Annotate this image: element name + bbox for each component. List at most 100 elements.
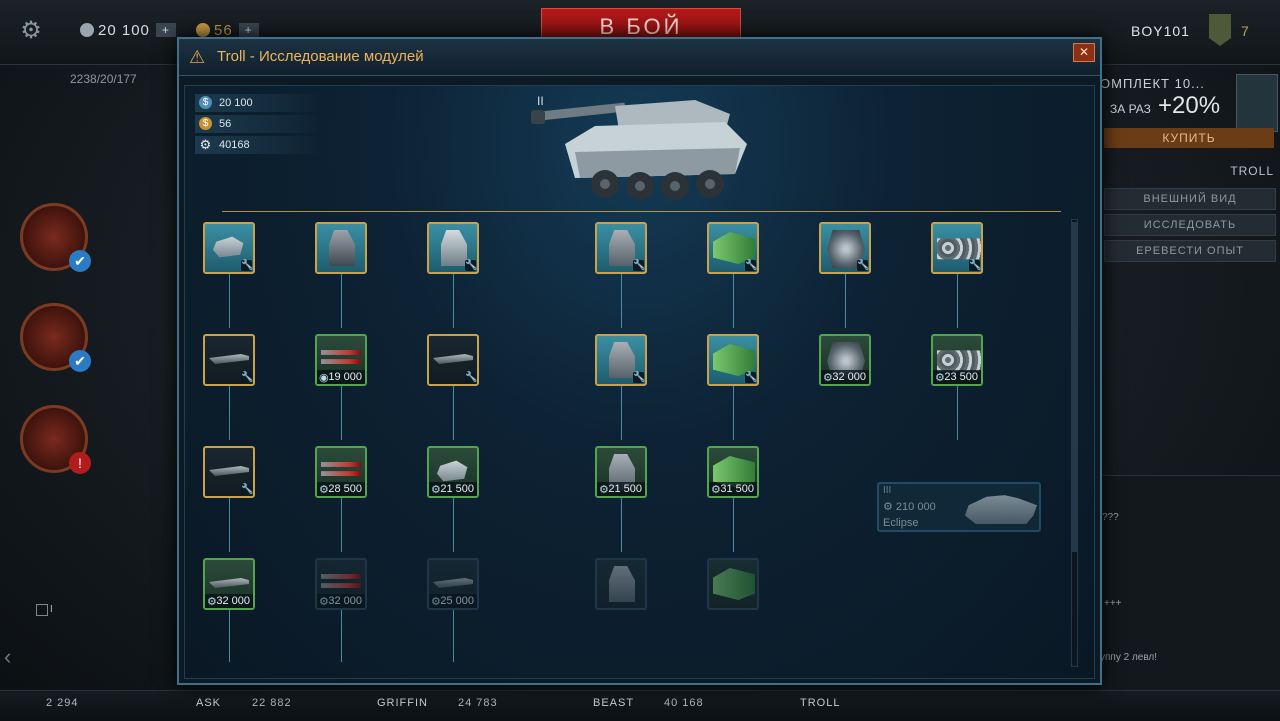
connector — [229, 386, 230, 440]
module-twin-gun-2[interactable]: ⚙ 28 500 — [315, 446, 367, 498]
gear-icon: ⚙ — [883, 501, 896, 513]
connector — [621, 274, 622, 328]
appearance-button[interactable]: ВНЕШНИЙ ВИД — [1104, 188, 1276, 210]
chat-panel: ??? +++ уппу 2 левл! — [1100, 475, 1280, 691]
gear-icon: ⚙ — [823, 372, 833, 384]
tank-slot-value[interactable]: 40 168 — [664, 697, 704, 709]
slot-checkbox[interactable] — [36, 604, 48, 616]
close-button[interactable]: ✕ — [1073, 43, 1095, 62]
module-electronics[interactable]: 🔧 — [707, 222, 759, 274]
promo-kit[interactable]: ОМПЛЕКТ 10... ЗА РАЗ +20% — [1100, 70, 1280, 132]
connector — [733, 498, 734, 552]
wrench-icon: 🔧 — [745, 260, 758, 271]
wrench-icon: 🔧 — [969, 260, 982, 271]
wrench-icon: 🔧 — [633, 372, 646, 383]
wrench-icon: 🔧 — [633, 260, 646, 271]
tank-thumbnail — [965, 495, 1037, 524]
module-electronics-3[interactable]: ⚙ 31 500 — [707, 446, 759, 498]
gear-icon[interactable]: ⚙ — [18, 18, 44, 44]
module-turret[interactable] — [315, 222, 367, 274]
connector — [341, 610, 342, 662]
toolkit-icon — [1236, 74, 1278, 132]
gear-icon: ⚙ — [431, 596, 441, 608]
tank-slot-value[interactable]: 2 294 — [46, 697, 79, 709]
module-gun-5[interactable]: ⚙ 25 000 — [427, 558, 479, 610]
rank-icon — [1209, 14, 1231, 46]
gear-icon: ⚙ — [431, 484, 441, 496]
wrench-icon: 🔧 — [241, 372, 254, 383]
gear-icon: ⚙ — [935, 372, 945, 384]
module-electronics-2[interactable]: 🔧 — [707, 334, 759, 386]
wrench-icon: 🔧 — [745, 372, 758, 383]
module-radar-4[interactable] — [595, 558, 647, 610]
module-gun-2[interactable]: 🔧 — [427, 334, 479, 386]
wrench-icon: 🔧 — [857, 260, 870, 271]
gear-icon: ⚙ — [319, 596, 329, 608]
tank-slot-name[interactable]: ASK — [196, 697, 221, 709]
ammo-box-icon[interactable]: ! — [20, 405, 91, 474]
module-radar-3[interactable]: ⚙ 21 500 — [595, 446, 647, 498]
module-radar-2[interactable]: 🔧 — [595, 334, 647, 386]
gear-icon: ⚙ — [207, 596, 217, 608]
connector — [453, 498, 454, 552]
module-gun-4[interactable]: ⚙ 32 000 — [203, 558, 255, 610]
silver-resource: $ 20 100 — [195, 94, 319, 112]
player-level: 7 — [1241, 23, 1249, 39]
connector — [733, 386, 734, 440]
connector — [229, 610, 230, 662]
add-gold-button[interactable]: + — [238, 23, 259, 37]
connector — [229, 274, 230, 328]
gear-icon: ⚙ — [319, 484, 329, 496]
divider — [222, 211, 1061, 212]
scrollbar-thumb[interactable] — [1072, 222, 1077, 552]
module-radar[interactable]: 🔧 — [595, 222, 647, 274]
connector — [453, 274, 454, 328]
silver-icon: $ — [199, 96, 212, 109]
connector — [453, 386, 454, 440]
module-twin-gun[interactable]: ◉ 19 000 — [315, 334, 367, 386]
wrench-icon: 🔧 — [241, 484, 254, 495]
silver-balance: 20 100 + — [80, 22, 176, 39]
next-tank-eclipse[interactable]: III ⚙ 210 000 Eclipse — [877, 482, 1041, 532]
connector — [621, 498, 622, 552]
xp-resource: ⚙ 40168 — [195, 136, 319, 154]
connector — [341, 386, 342, 440]
add-silver-button[interactable]: + — [155, 23, 176, 37]
connector — [453, 610, 454, 662]
tank-slot-name[interactable]: GRIFFIN — [377, 697, 428, 709]
ammo-icon[interactable]: ✔ — [20, 203, 91, 272]
gold-resource: $ 56 — [195, 115, 319, 133]
player-name: BOY101 — [1131, 23, 1190, 39]
wrench-icon: 🔧 — [241, 260, 254, 271]
gear-icon: ⚙ — [199, 137, 212, 152]
lightning-icon[interactable]: ✔ — [20, 303, 91, 372]
module-turret-3[interactable]: ⚙ 21 500 — [427, 446, 479, 498]
chevron-left-icon[interactable]: ‹ — [4, 644, 11, 670]
tank-slot-name[interactable]: TROLL — [800, 697, 840, 709]
module-hull[interactable]: 🔧 — [203, 222, 255, 274]
research-button[interactable]: ИССЛЕДОВАТЬ — [1104, 214, 1276, 236]
transfer-xp-button[interactable]: ЕРЕВЕСТИ ОПЫТ — [1104, 240, 1276, 262]
player-stats: 2238/20/177 — [70, 72, 137, 86]
gold-icon: $ — [199, 117, 212, 130]
module-engine-2[interactable]: ⚙ 32 000 — [819, 334, 871, 386]
module-gun-3[interactable]: 🔧 — [203, 446, 255, 498]
gold-coin-icon — [196, 23, 210, 37]
tank-slot-value[interactable]: 22 882 — [252, 697, 292, 709]
tank-carousel — [0, 690, 1280, 721]
connector — [341, 274, 342, 328]
tank-slot-name[interactable]: BEAST — [593, 697, 634, 709]
module-suspension[interactable]: 🔧 — [931, 222, 983, 274]
tank-slot-value[interactable]: 24 783 — [458, 697, 498, 709]
module-turret-2[interactable]: 🔧 — [427, 222, 479, 274]
module-gun[interactable]: 🔧 — [203, 334, 255, 386]
connector — [341, 498, 342, 552]
dialog-title: Troll - Исследование модулей — [217, 48, 424, 65]
module-twin-gun-3[interactable]: ⚙ 32 000 — [315, 558, 367, 610]
buy-button[interactable]: КУПИТЬ — [1104, 128, 1274, 148]
module-engine[interactable]: 🔧 — [819, 222, 871, 274]
module-suspension-2[interactable]: ⚙ 23 500 — [931, 334, 983, 386]
silver-icon: ◉ — [319, 372, 329, 384]
gear-icon: ⚙ — [599, 484, 609, 496]
module-electronics-4[interactable] — [707, 558, 759, 610]
